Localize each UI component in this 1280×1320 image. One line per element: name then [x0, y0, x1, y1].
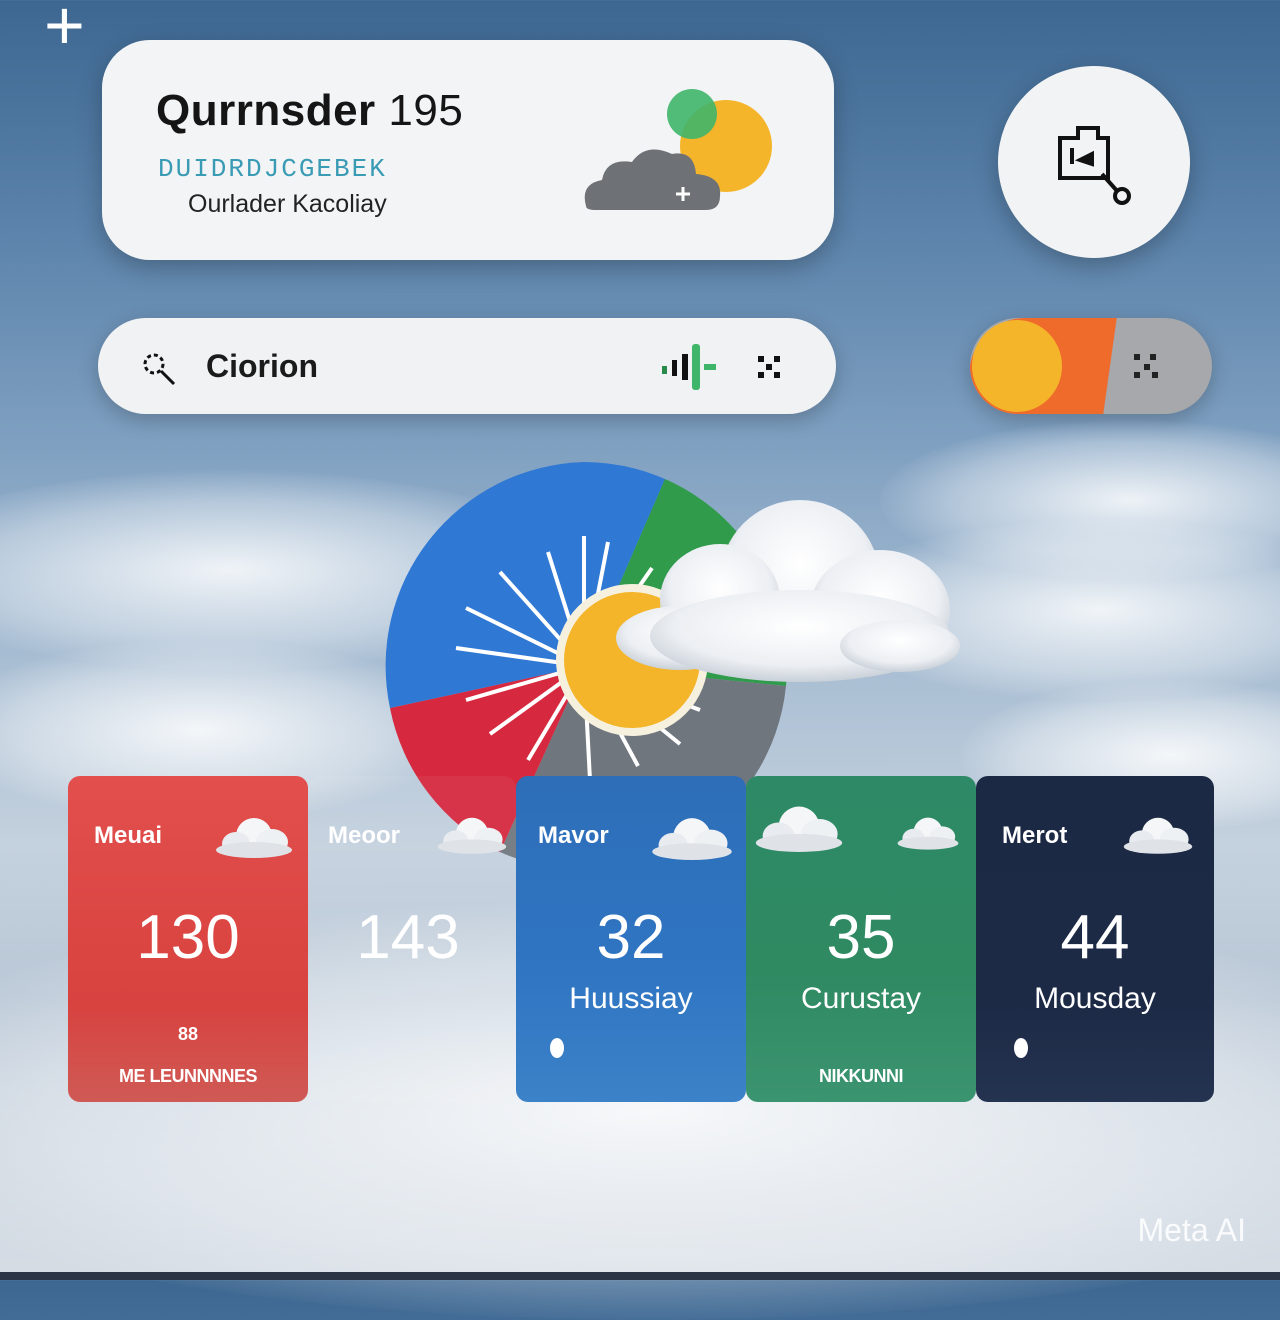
- day-card-5[interactable]: Merot 44 Mousday: [976, 776, 1214, 1102]
- cloud-icon: [652, 818, 732, 860]
- day-card-4[interactable]: 35 Curustay NIKKUNNI: [746, 776, 976, 1102]
- card-label: Merot: [1002, 822, 1068, 849]
- card-value: 130: [136, 903, 240, 972]
- cloud-icon: [755, 806, 843, 852]
- plus-icon[interactable]: +: [44, 0, 85, 60]
- header-subtitle: DUIDRDJCGEBEK: [158, 154, 387, 184]
- signal-icon[interactable]: [658, 342, 728, 392]
- location-label: Ourlader Kacoliay: [188, 190, 387, 218]
- theme-toggle[interactable]: [970, 318, 1212, 414]
- bottom-edge: [0, 1272, 1280, 1280]
- cloud-icon: [897, 817, 959, 850]
- cloud-icon: [1123, 817, 1193, 854]
- day-card-3[interactable]: Mavor 32 Huussiay: [516, 776, 746, 1102]
- search-bar[interactable]: Ciorion: [98, 318, 836, 414]
- card-value: 35: [826, 903, 896, 972]
- day-card-1[interactable]: Meuai 130 88 ME LEUNNNNES: [68, 776, 308, 1102]
- header-card: Qurrnsder 195 DUIDRDJCGEBEK Ourlader Kac…: [102, 40, 834, 260]
- cloud-icon: [216, 818, 292, 858]
- day-card-2[interactable]: Meoor 143: [308, 776, 516, 1102]
- indicator-dot: [550, 1038, 564, 1058]
- search-icon: [143, 353, 176, 386]
- card-value: 44: [1060, 903, 1130, 972]
- cloud-icon: [437, 817, 507, 854]
- dots-icon: [1134, 354, 1158, 378]
- share-icon: [1058, 126, 1131, 205]
- card-note: 88: [177, 1024, 199, 1044]
- close-icon[interactable]: [754, 352, 784, 382]
- card-value: 143: [356, 903, 460, 972]
- search-input[interactable]: Ciorion: [206, 348, 318, 385]
- sun-cloud-icon: [584, 89, 772, 210]
- share-button[interactable]: [998, 66, 1190, 258]
- page-title: Qurrnsder 195: [156, 86, 463, 136]
- watermark: Meta AI: [1137, 1212, 1247, 1248]
- card-day: Curustay: [800, 982, 922, 1015]
- card-day: Mousday: [1034, 982, 1156, 1015]
- card-label: Meuai: [94, 822, 163, 849]
- indicator-dot: [1014, 1038, 1028, 1058]
- title-text: Qurrnsder: [156, 86, 376, 135]
- card-day: Huussiay: [569, 982, 693, 1015]
- card-footer: ME LEUNNNNES: [118, 1066, 258, 1086]
- card-footer: NIKKUNNI: [819, 1066, 904, 1086]
- card-label: Meoor: [328, 822, 400, 849]
- toggle-knob[interactable]: [972, 320, 1062, 412]
- card-value: 32: [596, 903, 666, 972]
- title-number: 195: [388, 86, 464, 135]
- card-label: Mavor: [538, 822, 609, 849]
